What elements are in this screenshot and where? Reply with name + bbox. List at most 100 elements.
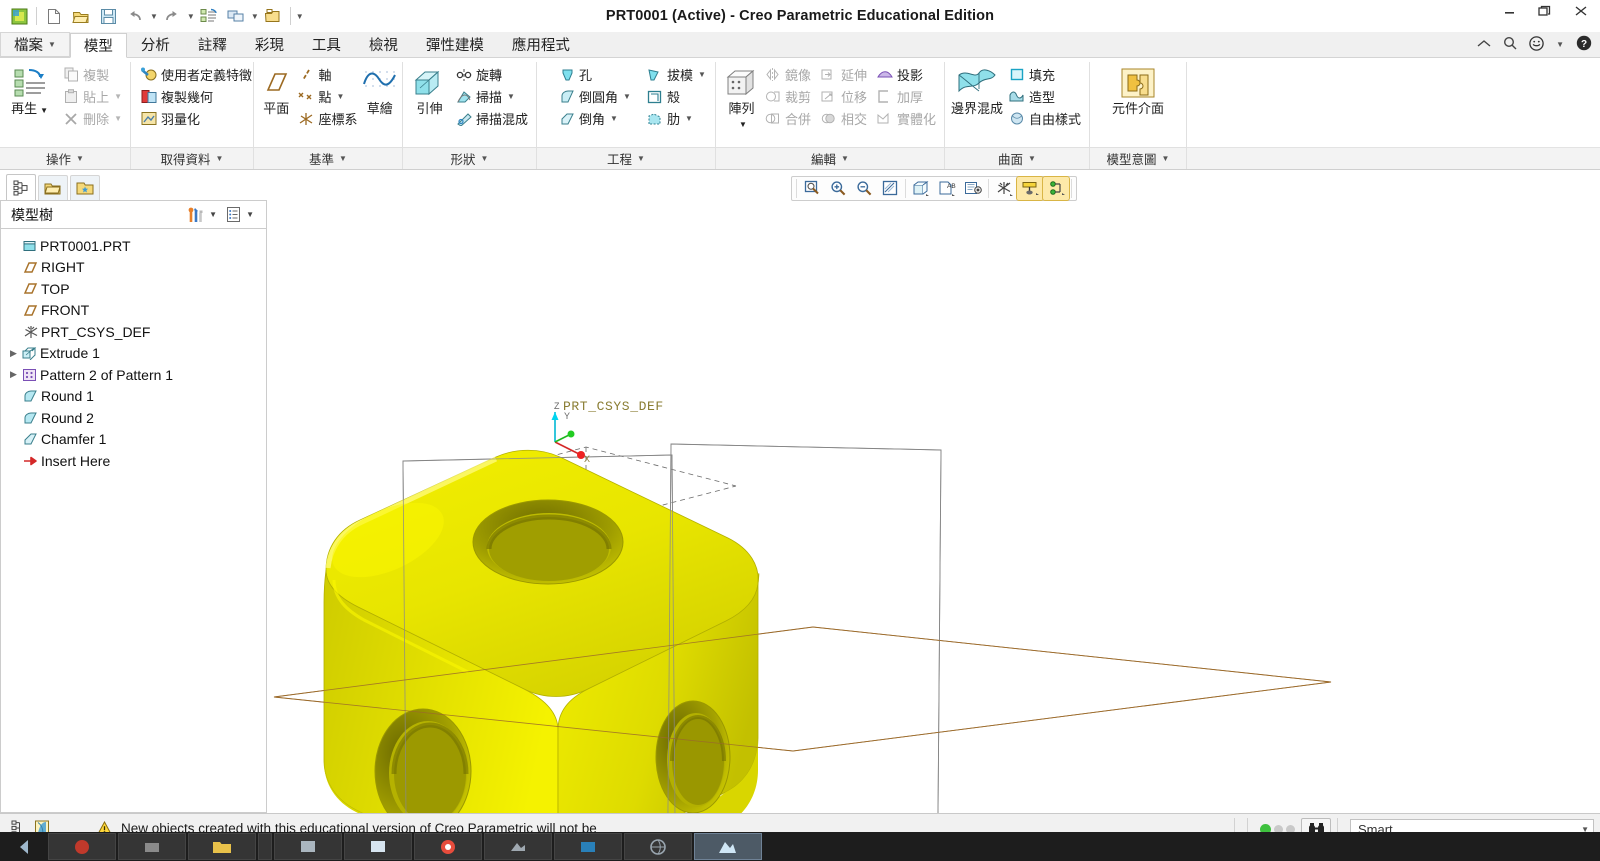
tree-item-round-1[interactable]: Round 1 (1, 386, 266, 408)
redo-dropdown-icon[interactable]: ▼ (187, 12, 195, 21)
shell-button[interactable]: 殼 (643, 86, 710, 107)
taskbar-item[interactable] (258, 833, 272, 860)
tab-file[interactable]: 檔案 ▼ (0, 32, 70, 57)
tab-analysis[interactable]: 分析 (127, 32, 184, 57)
collapse-ribbon-icon[interactable] (1477, 37, 1491, 52)
fill-button[interactable]: 填充 (1005, 64, 1085, 85)
window-dropdown-icon[interactable]: ▼ (251, 12, 259, 21)
tab-render[interactable]: 彩現 (241, 32, 298, 57)
tree-item-insert-here[interactable]: Insert Here (1, 450, 266, 472)
tab-annotate[interactable]: 註釋 (184, 32, 241, 57)
ribbon-group-label-engineering[interactable]: 工程 ▼ (537, 147, 715, 169)
minimize-button[interactable] (1498, 2, 1520, 20)
tree-item-extrude-1[interactable]: ▶ Extrude 1 (1, 343, 266, 365)
ribbon-group-label-model-intent[interactable]: 模型意圖 ▼ (1090, 147, 1186, 169)
qat-more-icon[interactable]: ▼ (296, 12, 304, 21)
tree-item-right-plane[interactable]: RIGHT (1, 257, 266, 279)
start-button[interactable] (4, 833, 46, 860)
taskbar-item[interactable] (274, 833, 342, 860)
tab-tools[interactable]: 工具 (298, 32, 355, 57)
account-icon[interactable] (1529, 35, 1544, 54)
close-button[interactable] (1570, 2, 1592, 20)
draft-button[interactable]: 拔模 ▼ (643, 64, 710, 85)
model-3d-view[interactable]: Z X Y PRT_CSYS_DEF (268, 170, 1600, 813)
model-tree-filter-icon[interactable] (223, 206, 244, 223)
new-file-icon[interactable] (41, 4, 67, 28)
folder-browser-tab[interactable] (38, 175, 68, 200)
user-defined-feature-button[interactable]: 使用者定義特徵 (137, 64, 256, 85)
component-interface-button[interactable]: 元件介面 (1100, 62, 1176, 128)
tree-item-round-2[interactable]: Round 2 (1, 407, 266, 429)
regenerate-button[interactable]: 再生 ▼ (4, 62, 55, 128)
search-icon[interactable] (1503, 36, 1517, 53)
close-window-icon[interactable] (260, 4, 286, 28)
boundary-blend-button[interactable]: 邊界混成 (949, 62, 1005, 128)
pattern-button[interactable]: 陣列▼ (724, 62, 759, 132)
rib-button[interactable]: 肋 ▼ (643, 108, 710, 129)
ribbon-group-label-surfaces[interactable]: 曲面 ▼ (945, 147, 1089, 169)
redo-icon[interactable] (159, 4, 185, 28)
chevron-down-icon: ▼ (114, 92, 122, 101)
tree-item-pattern-2[interactable]: ▶ Pattern 2 of Pattern 1 (1, 364, 266, 386)
tab-model[interactable]: 模型 (69, 33, 127, 58)
account-dropdown-icon[interactable]: ▼ (1556, 40, 1564, 49)
window-icon[interactable] (223, 4, 249, 28)
datum-axis-button[interactable]: 軸 (294, 64, 361, 85)
model-tree-tab[interactable] (6, 174, 36, 200)
datum-point-button[interactable]: 點 ▼ (294, 86, 361, 107)
creo-logo-icon[interactable] (6, 4, 32, 28)
taskbar-item[interactable] (484, 833, 552, 860)
ribbon-group-label-shapes[interactable]: 形狀 ▼ (403, 147, 536, 169)
style-button[interactable]: 造型 (1005, 86, 1085, 107)
ribbon-group-label-datum[interactable]: 基準 ▼ (254, 147, 402, 169)
revolve-button[interactable]: 旋轉 (452, 64, 532, 85)
tab-flexible-modeling[interactable]: 彈性建模 (412, 32, 498, 57)
restore-button[interactable] (1534, 2, 1556, 20)
tree-item-top-plane[interactable]: TOP (1, 278, 266, 300)
datum-csys-button[interactable]: 座標系 (294, 108, 361, 129)
datum-plane-button[interactable]: 平面 (258, 62, 294, 128)
taskbar-item-creo[interactable] (694, 833, 762, 860)
open-file-icon[interactable] (68, 4, 94, 28)
sketch-button[interactable]: 草繪 (362, 62, 398, 128)
ribbon-group-label-get-data[interactable]: 取得資料 ▼ (131, 147, 253, 169)
taskbar-item[interactable] (344, 833, 412, 860)
extrude-button[interactable]: 引伸 (407, 62, 452, 128)
model-tree[interactable]: PRT0001.PRT RIGHT TOP FRONT PRT_CSYS_DEF… (0, 229, 267, 813)
swept-blend-button[interactable]: 掃描混成 (452, 108, 532, 129)
project-button[interactable]: 投影 (873, 64, 940, 85)
tab-applications[interactable]: 應用程式 (498, 32, 584, 57)
copy-geometry-button[interactable]: 複製幾何 (137, 86, 256, 107)
tree-expander-icon[interactable]: ▶ (7, 369, 20, 380)
chamfer-button[interactable]: 倒角 ▼ (555, 108, 635, 129)
taskbar-item[interactable] (118, 833, 186, 860)
tree-item-chamfer-1[interactable]: Chamfer 1 (1, 429, 266, 451)
help-icon[interactable]: ? (1576, 35, 1592, 54)
hole-button[interactable]: 孔 (555, 64, 635, 85)
tree-item-csys[interactable]: PRT_CSYS_DEF (1, 321, 266, 343)
shrinkwrap-button[interactable]: 羽量化 (137, 108, 256, 129)
settings-dropdown-icon[interactable]: ▼ (209, 210, 217, 219)
taskbar-item[interactable] (624, 833, 692, 860)
tab-view[interactable]: 檢視 (355, 32, 412, 57)
taskbar-item[interactable] (48, 833, 116, 860)
graphics-window[interactable]: AB Z X Y PRT_CSYS_DEF (268, 170, 1600, 813)
tree-item-part[interactable]: PRT0001.PRT (1, 235, 266, 257)
tree-item-front-plane[interactable]: FRONT (1, 300, 266, 322)
undo-icon[interactable] (122, 4, 148, 28)
taskbar-item[interactable] (414, 833, 482, 860)
freestyle-button[interactable]: 自由樣式 (1005, 108, 1085, 129)
ribbon-group-label-operations[interactable]: 操作 ▼ (0, 147, 130, 169)
favorites-tab[interactable] (70, 175, 100, 200)
model-tree-settings-icon[interactable] (185, 206, 207, 224)
tree-expander-icon[interactable]: ▶ (7, 348, 20, 359)
taskbar-item[interactable] (188, 833, 256, 860)
ribbon-group-label-editing[interactable]: 編輯 ▼ (716, 147, 944, 169)
filter-dropdown-icon[interactable]: ▼ (246, 210, 254, 219)
undo-dropdown-icon[interactable]: ▼ (150, 12, 158, 21)
taskbar-item[interactable] (554, 833, 622, 860)
regenerate-icon[interactable] (196, 4, 222, 28)
save-icon[interactable] (95, 4, 121, 28)
sweep-button[interactable]: 掃描 ▼ (452, 86, 532, 107)
round-button[interactable]: 倒圓角 ▼ (555, 86, 635, 107)
